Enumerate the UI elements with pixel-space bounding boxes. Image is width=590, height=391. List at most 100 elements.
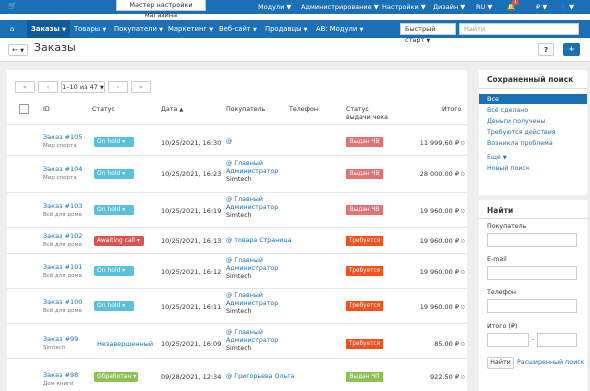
order-id-link[interactable]: Заказ #102 [43, 232, 82, 240]
table-row[interactable]: Заказ #103 Всё для дома On hold ▾ 10/25/… [7, 192, 467, 227]
add-order-button[interactable]: + [563, 43, 580, 56]
row-actions-icon[interactable]: ⚙ [460, 238, 465, 245]
col-status[interactable]: Статус [92, 106, 115, 113]
order-id-link[interactable]: Заказ #99 [43, 335, 78, 343]
saved-search-problem[interactable]: Возникла проблема [487, 140, 553, 147]
row-actions-icon[interactable]: ⚙ [460, 140, 465, 147]
nav-orders[interactable]: Заказы ▼ [27, 20, 70, 38]
status-dropdown[interactable]: Обработан ▾ [94, 372, 138, 382]
row-actions-icon[interactable]: ⚙ [460, 304, 465, 311]
customer-link[interactable]: @ Главный Администратор Simtech [226, 329, 278, 353]
help-button[interactable]: ? [538, 43, 554, 56]
total-to-input[interactable] [537, 333, 577, 347]
status-dropdown[interactable]: Awaiting call ▾ [94, 236, 144, 246]
nav-website[interactable]: Веб-сайт ▼ [215, 20, 261, 38]
total-from-input[interactable] [487, 333, 529, 347]
notifications-icon[interactable]: 🔔 1 [507, 0, 519, 11]
prev-page-button[interactable]: ‹ [38, 81, 58, 93]
table-row[interactable]: Заказ #104 Мир спорта On hold ▾ 10/25/20… [7, 155, 467, 192]
order-total: 19 960.00 ₽ [419, 303, 459, 311]
find-button[interactable]: Найти [487, 357, 514, 369]
order-store: Всё для дома [43, 273, 82, 279]
order-id-link[interactable]: Заказ #98 [43, 371, 78, 379]
table-row[interactable]: Заказ #100 Всё для дома On hold ▾ 10/25/… [7, 288, 467, 323]
col-date[interactable]: Дата ▲ [161, 106, 183, 113]
col-total[interactable]: Итого [442, 106, 461, 113]
table-row[interactable]: Заказ #98 Дом книги Обработан ▾ 09/28/20… [7, 358, 467, 391]
page-range-dropdown[interactable]: 1–10 из 47 ▼ [61, 81, 105, 93]
table-row[interactable]: Заказ #99 Simtech Незавершенный 10/25/20… [7, 323, 467, 358]
status-dropdown[interactable]: Незавершенный [97, 340, 153, 348]
order-total: 85.00 ₽ [434, 340, 459, 348]
search-input[interactable]: Найти [459, 23, 579, 35]
quick-start-dropdown[interactable]: Быстрый старт ▼ [400, 23, 456, 44]
order-total: 922.50 ₽ [430, 373, 459, 381]
next-page-button[interactable]: › [108, 81, 128, 93]
select-all-checkbox[interactable] [19, 104, 29, 114]
status-dropdown[interactable]: On hold ▾ [94, 137, 134, 147]
email-label: E-mail [487, 256, 507, 263]
advanced-search-link[interactable]: Расширенный поиск [517, 359, 584, 366]
order-total: 28 000.00 ₽ [419, 170, 459, 178]
home-icon[interactable]: ⌂ [6, 20, 18, 38]
order-id-link[interactable]: Заказ #103 [43, 202, 82, 210]
saved-search-all[interactable]: Все [479, 94, 587, 104]
row-actions-icon[interactable]: ⚙ [460, 374, 465, 381]
order-store: Всё для дома [43, 212, 82, 218]
customer-link[interactable]: @ товара Страница [226, 237, 292, 245]
menu-design[interactable]: Дизайн ▼ [433, 3, 465, 11]
nav-customers[interactable]: Покупатели ▼ [110, 20, 167, 38]
row-actions-icon[interactable]: ⚙ [460, 341, 465, 348]
customer-link[interactable]: @ Главный Администратор Simtech [226, 292, 278, 316]
new-search-link[interactable]: Новый поиск [487, 165, 530, 172]
status-dropdown[interactable]: On hold ▾ [94, 301, 134, 311]
nav-vendors[interactable]: Продавцы ▼ [261, 20, 311, 38]
menu-administration[interactable]: Администрирование ▼ [301, 3, 379, 11]
col-customer[interactable]: Покупатель [226, 106, 265, 113]
currency-selector[interactable]: ₽ ▼ [536, 3, 547, 11]
customer-link[interactable]: @ Григорьева Ольга [226, 373, 294, 381]
table-row[interactable]: Заказ #102 Всё для дома Awaiting call ▾ … [7, 227, 467, 253]
customer-link[interactable]: @ Главный Администратор Simtech [226, 160, 278, 184]
menu-modules[interactable]: Модули ▼ [258, 3, 291, 11]
user-icon[interactable]: 👤 ▼ [559, 3, 574, 11]
order-id-link[interactable]: Заказ #104 [43, 165, 82, 173]
store-wizard-button[interactable]: Мастер настройки магазина [116, 0, 206, 19]
status-dropdown[interactable]: On hold ▾ [94, 266, 134, 276]
saved-search-more[interactable]: Еще ▼ [487, 154, 507, 161]
customer-link[interactable]: @ Главный Администратор Simtech [226, 196, 278, 220]
status-dropdown[interactable]: On hold ▾ [94, 169, 134, 179]
row-actions-icon[interactable]: ⚙ [460, 171, 465, 178]
saved-search-paid[interactable]: Деньги получены [487, 118, 545, 125]
customer-link[interactable]: @ Главный Администратор Simtech [226, 257, 278, 281]
row-actions-icon[interactable]: ⚙ [460, 269, 465, 276]
nav-ab-modules[interactable]: AB: Модули ▼ [312, 20, 367, 38]
status-dropdown[interactable]: On hold ▾ [94, 205, 134, 215]
order-date: 10/25/2021, 16:09 [161, 340, 222, 348]
last-page-button[interactable]: » [131, 81, 151, 93]
first-page-button[interactable]: « [15, 81, 35, 93]
email-input[interactable] [487, 266, 577, 280]
menu-settings[interactable]: Настройки ▼ [382, 3, 426, 11]
table-row[interactable]: Заказ #105 Мир спорта On hold ▾ 10/25/20… [7, 124, 467, 155]
order-id-link[interactable]: Заказ #101 [43, 263, 82, 271]
row-actions-icon[interactable]: ⚙ [460, 208, 465, 215]
order-total: 19 960.00 ₽ [419, 237, 459, 245]
language-selector[interactable]: RU ▼ [476, 3, 492, 11]
col-id[interactable]: ID [43, 106, 50, 113]
order-id-link[interactable]: Заказ #105 [43, 133, 82, 141]
saved-search-action-required[interactable]: Требуются действия [487, 129, 556, 136]
order-date: 10/25/2021, 16:30 [161, 139, 222, 147]
table-row[interactable]: Заказ #101 Всё для дома On hold ▾ 10/25/… [7, 253, 467, 288]
receipt-status-badge: Выдан ЧВ [346, 205, 383, 215]
back-button[interactable]: ← ▼ [8, 44, 28, 56]
customer-link[interactable]: @ [226, 138, 232, 146]
cart-icon[interactable]: 🛒 [8, 2, 17, 10]
order-date: 09/28/2021, 12:34 [161, 373, 222, 381]
nav-products[interactable]: Товары ▼ [70, 20, 110, 38]
customer-input[interactable] [487, 233, 577, 247]
saved-search-done[interactable]: Всё сделано [487, 107, 528, 114]
phone-input[interactable] [487, 299, 577, 313]
nav-marketing[interactable]: Маркетинг ▼ [164, 20, 217, 38]
order-id-link[interactable]: Заказ #100 [43, 298, 82, 306]
